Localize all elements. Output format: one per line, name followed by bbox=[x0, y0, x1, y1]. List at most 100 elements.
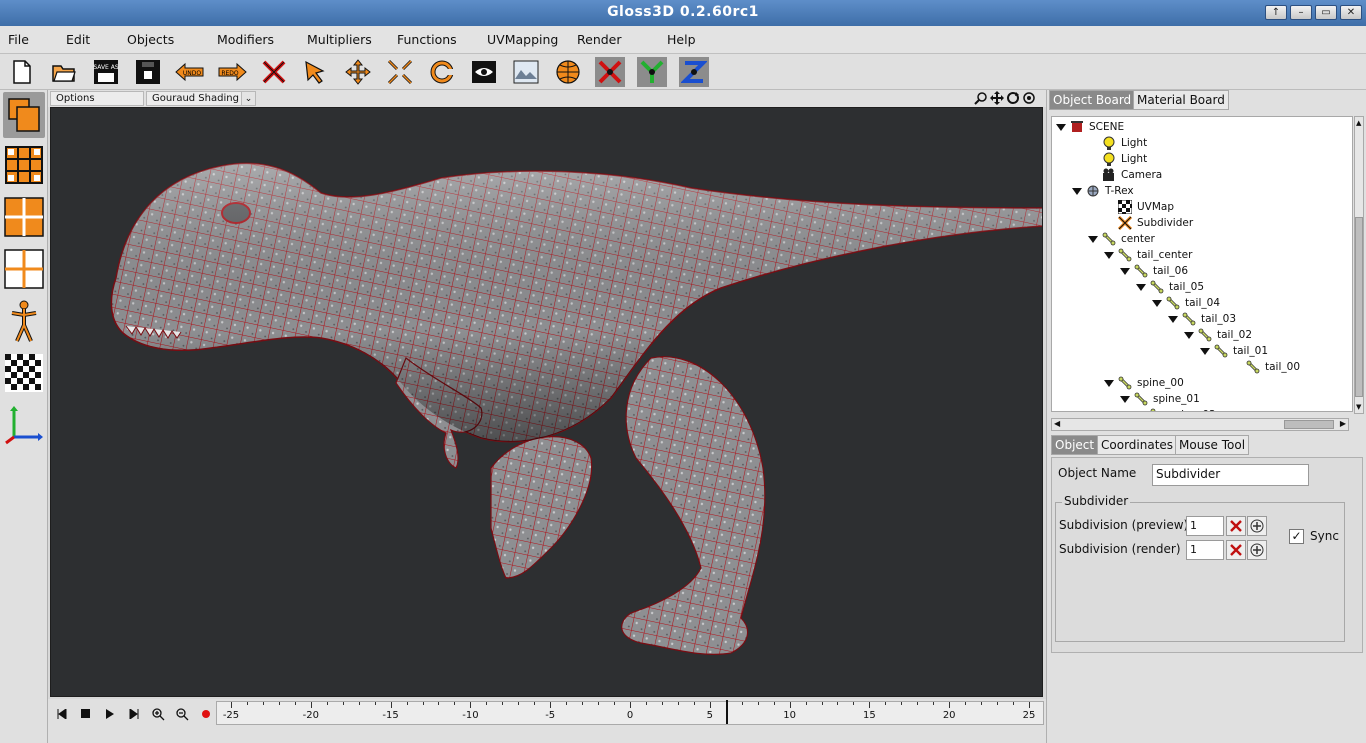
expand-triangle-icon[interactable] bbox=[1056, 123, 1066, 131]
tree-item[interactable]: tail_06 bbox=[1120, 263, 1188, 279]
expand-triangle-icon[interactable] bbox=[1136, 283, 1146, 291]
options-menu[interactable]: Options bbox=[50, 91, 144, 106]
tab-material-board[interactable]: Material Board bbox=[1133, 90, 1229, 110]
object-mode-icon[interactable] bbox=[3, 92, 45, 138]
expand-triangle-icon[interactable] bbox=[1168, 315, 1178, 323]
tree-item[interactable]: Camera bbox=[1088, 167, 1162, 183]
menu-help[interactable]: Help bbox=[667, 32, 696, 47]
tree-item[interactable]: tail_04 bbox=[1152, 295, 1220, 311]
play-icon[interactable] bbox=[100, 706, 120, 722]
rotate-view-icon[interactable] bbox=[1006, 91, 1020, 107]
subdivision-render-input[interactable]: 1 bbox=[1186, 540, 1224, 560]
object-name-input[interactable]: Subdivider bbox=[1152, 464, 1309, 486]
expand-triangle-icon[interactable] bbox=[1120, 395, 1130, 403]
current-frame-marker[interactable] bbox=[725, 700, 728, 724]
timeline-ruler[interactable]: -25 -20 -15 -10 -5 0 5 10 15 20 25 bbox=[216, 700, 1044, 725]
shading-select[interactable]: Gouraud Shading ⌄ bbox=[146, 91, 256, 106]
scroll-down-icon[interactable]: ▼ bbox=[1356, 403, 1361, 411]
undo-icon[interactable]: UNDO bbox=[175, 57, 205, 87]
tab-mouse-tool[interactable]: Mouse Tool bbox=[1175, 435, 1250, 455]
object-tree[interactable]: SCENE Light Light Camera T-Rex UVMap Subdivide… bbox=[1051, 116, 1353, 412]
tree-item[interactable]: tail_center bbox=[1104, 247, 1192, 263]
view-quad-icon[interactable] bbox=[3, 194, 45, 240]
move-icon[interactable] bbox=[343, 57, 373, 87]
tab-object[interactable]: Object bbox=[1051, 435, 1099, 455]
expand-triangle-icon[interactable] bbox=[1120, 267, 1130, 275]
axis-z-icon[interactable] bbox=[679, 57, 709, 87]
reset-view-icon[interactable] bbox=[1022, 91, 1036, 107]
menu-edit[interactable]: Edit bbox=[66, 32, 90, 47]
stop-icon[interactable] bbox=[76, 706, 96, 722]
window-raise-button[interactable]: ↑ bbox=[1265, 5, 1287, 20]
tree-item[interactable]: spine_02 bbox=[1136, 407, 1216, 411]
new-file-icon[interactable] bbox=[7, 57, 37, 87]
open-file-icon[interactable] bbox=[49, 57, 79, 87]
expand-triangle-icon[interactable] bbox=[1200, 347, 1210, 355]
scroll-right-icon[interactable]: ▶ bbox=[1340, 419, 1346, 428]
tree-item[interactable]: tail_00 bbox=[1232, 359, 1300, 375]
menu-uvmapping[interactable]: UVMapping bbox=[487, 32, 558, 47]
tree-item[interactable]: Subdivider bbox=[1104, 215, 1193, 231]
tree-item[interactable]: tail_05 bbox=[1136, 279, 1204, 295]
menu-functions[interactable]: Functions bbox=[397, 32, 457, 47]
3d-viewport[interactable] bbox=[50, 107, 1043, 697]
expand-triangle-icon[interactable] bbox=[1072, 187, 1082, 195]
tree-item[interactable]: SCENE bbox=[1056, 119, 1124, 135]
window-close-button[interactable]: ✕ bbox=[1340, 5, 1362, 20]
tree-item[interactable]: Light bbox=[1088, 135, 1147, 151]
pick-icon[interactable] bbox=[301, 57, 331, 87]
scroll-left-icon[interactable]: ◀ bbox=[1054, 419, 1060, 428]
tree-item[interactable]: center bbox=[1088, 231, 1155, 247]
save-icon[interactable] bbox=[133, 57, 163, 87]
hscroll-thumb[interactable] bbox=[1284, 420, 1334, 429]
window-maximize-button[interactable]: ▭ bbox=[1315, 5, 1337, 20]
scroll-up-icon[interactable]: ▲ bbox=[1356, 119, 1361, 127]
skeleton-icon[interactable] bbox=[3, 298, 45, 344]
expand-triangle-icon[interactable] bbox=[1104, 251, 1114, 259]
chevron-down-icon[interactable]: ⌄ bbox=[241, 91, 256, 106]
render-settings-icon[interactable] bbox=[511, 57, 541, 87]
zoom-out-icon[interactable] bbox=[172, 706, 192, 722]
window-minimize-button[interactable]: – bbox=[1290, 5, 1312, 20]
tree-item[interactable]: tail_03 bbox=[1168, 311, 1236, 327]
tab-coordinates[interactable]: Coordinates bbox=[1097, 435, 1178, 455]
expand-triangle-icon[interactable] bbox=[1088, 235, 1098, 243]
delete-icon[interactable] bbox=[259, 57, 289, 87]
record-icon[interactable] bbox=[196, 706, 216, 722]
expand-triangle-icon[interactable] bbox=[1152, 299, 1162, 307]
view-single-icon[interactable] bbox=[3, 246, 45, 292]
menu-objects[interactable]: Objects bbox=[127, 32, 174, 47]
menu-file[interactable]: File bbox=[8, 32, 29, 47]
zoom-in-icon[interactable] bbox=[148, 706, 168, 722]
first-frame-icon[interactable] bbox=[52, 706, 72, 722]
tree-horizontal-scrollbar[interactable]: ◀ ▶ bbox=[1051, 418, 1349, 431]
tree-item[interactable]: tail_01 bbox=[1200, 343, 1268, 359]
tree-item[interactable]: UVMap bbox=[1104, 199, 1174, 215]
redo-icon[interactable]: REDO bbox=[217, 57, 247, 87]
increment-icon[interactable] bbox=[1247, 540, 1267, 560]
tree-item[interactable]: spine_00 bbox=[1104, 375, 1184, 391]
pan-icon[interactable] bbox=[990, 91, 1004, 107]
rotate-icon[interactable] bbox=[427, 57, 457, 87]
subdivision-preview-input[interactable]: 1 bbox=[1186, 516, 1224, 536]
last-frame-icon[interactable] bbox=[124, 706, 144, 722]
menu-render[interactable]: Render bbox=[577, 32, 622, 47]
tree-item[interactable]: Light bbox=[1088, 151, 1147, 167]
tab-object-board[interactable]: Object Board bbox=[1049, 90, 1136, 110]
tree-item[interactable]: T-Rex bbox=[1072, 183, 1134, 199]
axis-x-icon[interactable] bbox=[595, 57, 625, 87]
axis-icon[interactable] bbox=[3, 402, 45, 448]
increment-icon[interactable] bbox=[1247, 516, 1267, 536]
uv-checker-icon[interactable] bbox=[3, 350, 45, 396]
save-as-icon[interactable]: SAVE AS bbox=[91, 57, 121, 87]
menu-multipliers[interactable]: Multipliers bbox=[307, 32, 372, 47]
axis-y-icon[interactable] bbox=[637, 57, 667, 87]
render-view-icon[interactable] bbox=[469, 57, 499, 87]
tree-item[interactable]: spine_01 bbox=[1120, 391, 1200, 407]
scale-icon[interactable] bbox=[385, 57, 415, 87]
vertex-mode-icon[interactable] bbox=[3, 142, 45, 188]
expand-triangle-icon[interactable] bbox=[1104, 379, 1114, 387]
zoom-icon[interactable] bbox=[974, 91, 988, 107]
sync-checkbox[interactable]: ✓ bbox=[1289, 529, 1304, 544]
scroll-thumb[interactable] bbox=[1355, 217, 1363, 397]
